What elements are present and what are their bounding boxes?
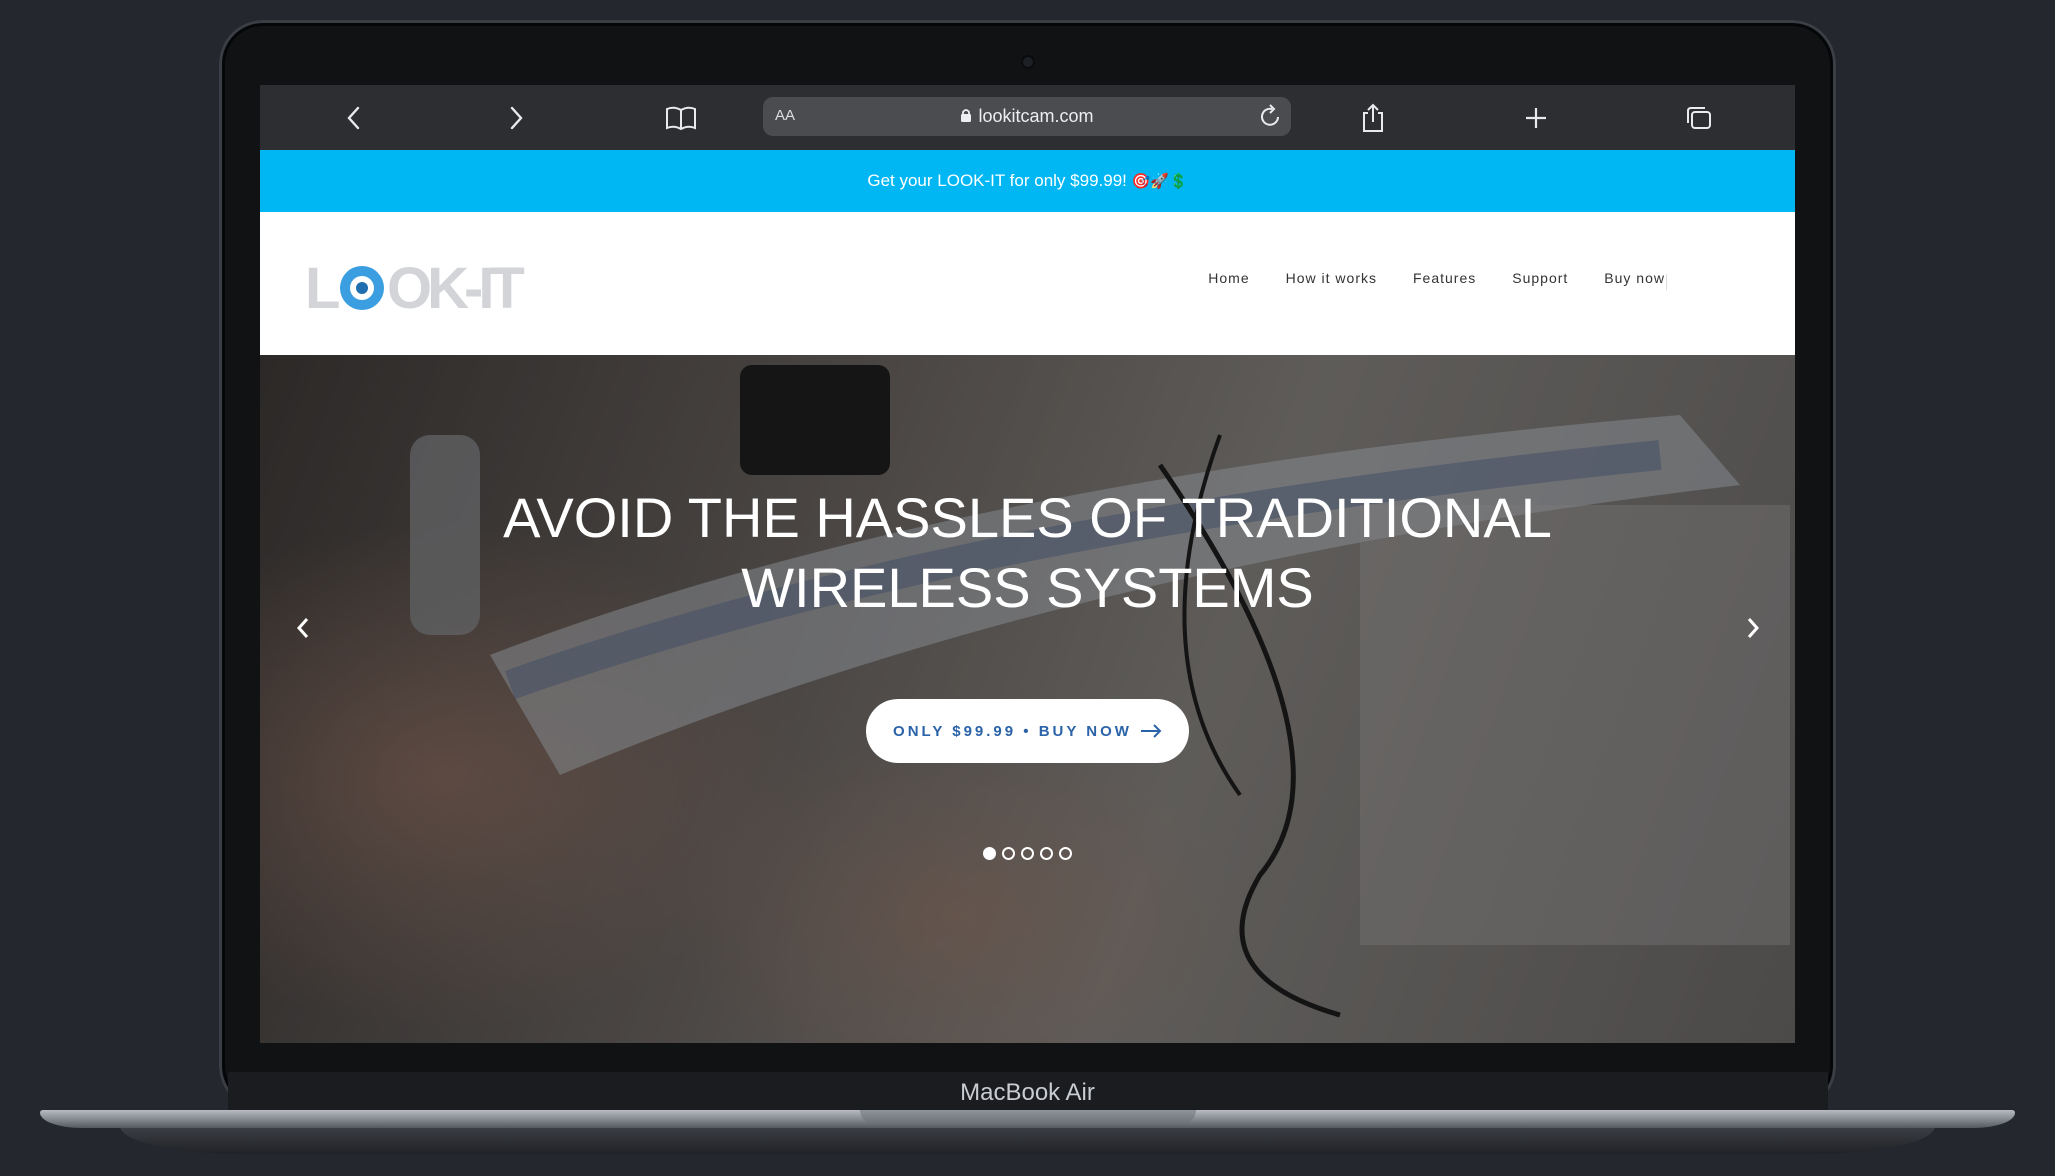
url-text: lookitcam.com	[978, 106, 1094, 126]
share-icon	[1363, 103, 1383, 132]
nav-home[interactable]: Home	[1208, 270, 1249, 286]
hero-slider: AVOID THE HASSLES OF TRADITIONAL WIRELES…	[260, 355, 1795, 1043]
reload-button[interactable]	[1259, 103, 1283, 134]
slider-dot-1[interactable]	[983, 847, 996, 860]
slider-dot-2[interactable]	[1002, 847, 1015, 860]
nav-features[interactable]: Features	[1413, 270, 1476, 286]
slider-dot-3[interactable]	[1021, 847, 1034, 860]
share-button[interactable]	[1354, 99, 1392, 137]
device-label: MacBook Air	[960, 1079, 1095, 1106]
browser-screen: AA lookitcam.com Get your LOOK-IT for on…	[260, 85, 1795, 1043]
svg-text:OK-IT: OK-IT	[387, 256, 524, 316]
laptop-base-underside	[120, 1126, 1935, 1154]
look-it-logo[interactable]: L OK-IT	[305, 256, 555, 316]
tabs-icon	[1687, 107, 1711, 129]
bookmarks-button[interactable]	[662, 99, 700, 137]
arrow-right-icon	[1140, 724, 1162, 738]
chevron-left-icon	[347, 106, 360, 130]
chevron-right-icon	[510, 106, 523, 130]
slider-prev-button[interactable]	[288, 613, 318, 643]
nav-how-it-works[interactable]: How it works	[1286, 270, 1377, 286]
new-tab-button[interactable]	[1517, 99, 1555, 137]
buy-now-button[interactable]: ONLY $99.99 • BUY NOW	[866, 699, 1189, 763]
laptop-notch	[860, 1110, 1196, 1124]
main-nav: Home How it works Features Support Buy n…	[1208, 270, 1665, 286]
slider-dots	[260, 847, 1795, 860]
chevron-left-icon	[296, 618, 309, 638]
slider-dot-5[interactable]	[1059, 847, 1072, 860]
reload-icon	[1261, 104, 1279, 126]
slider-next-button[interactable]	[1738, 613, 1768, 643]
hero-title: AVOID THE HASSLES OF TRADITIONAL WIRELES…	[503, 486, 1552, 619]
announcement-bar: Get your LOOK-IT for only $99.99! 🎯🚀💲	[260, 150, 1795, 212]
lock-icon	[961, 109, 972, 122]
site-header: L OK-IT Home How it works Features Suppo…	[260, 212, 1795, 355]
nav-buy-now[interactable]: Buy now	[1604, 270, 1665, 286]
nav-support[interactable]: Support	[1512, 270, 1568, 286]
slider-dot-4[interactable]	[1040, 847, 1053, 860]
nav-divider	[1666, 274, 1667, 290]
chevron-right-icon	[1747, 618, 1760, 638]
buy-now-label: ONLY $99.99 • BUY NOW	[893, 722, 1132, 740]
svg-text:L: L	[305, 256, 339, 316]
camera-icon	[1023, 57, 1033, 67]
book-icon	[666, 106, 696, 131]
browser-toolbar: AA lookitcam.com	[260, 85, 1795, 150]
announcement-text: Get your LOOK-IT for only $99.99!	[867, 171, 1127, 190]
forward-button[interactable]	[497, 99, 535, 137]
announcement-emojis: 🎯🚀💲	[1131, 172, 1188, 190]
plus-icon	[1526, 108, 1546, 128]
back-button[interactable]	[335, 99, 373, 137]
tabs-overview-button[interactable]	[1680, 99, 1718, 137]
address-bar[interactable]: AA lookitcam.com	[763, 97, 1291, 136]
